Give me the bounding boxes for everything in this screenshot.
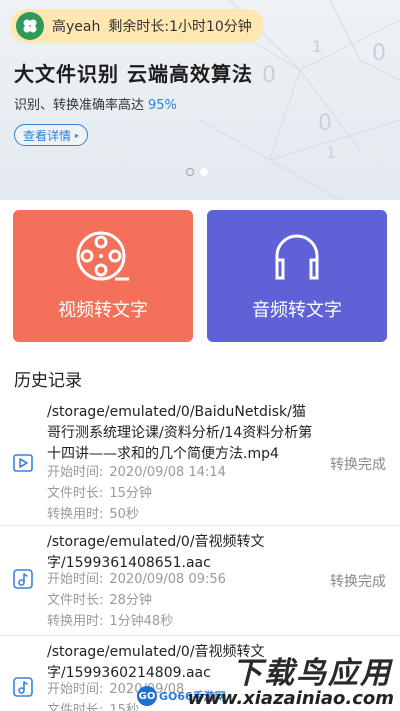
audio-file-icon [13, 677, 33, 697]
start-time-row: 开始时间: 2020/09/08 14:14 [47, 462, 226, 483]
elapsed-value: 1分钟48秒 [109, 614, 174, 629]
view-details-label: 查看详情 [23, 128, 72, 143]
duration-value: 15分钟 [109, 486, 152, 501]
deco-digit: 0 [318, 111, 332, 136]
deco-digit: 0 [262, 63, 276, 88]
deco-digit: 1 [326, 143, 336, 162]
watermark-brand: 下载鸟应用 [232, 656, 392, 691]
duration-label: 文件时长: [47, 486, 104, 501]
duration-label: 文件时长: [47, 703, 104, 711]
audio-file-icon [13, 569, 33, 589]
deco-digit: 0 [372, 41, 386, 66]
history-item[interactable]: /storage/emulated/0/音视频转文字/1599361408651… [0, 526, 400, 636]
start-time-label: 开始时间: [47, 465, 104, 480]
start-time-label: 开始时间: [47, 572, 104, 587]
film-reel-icon [76, 231, 129, 281]
user-status-pill[interactable]: 高yeah 剩余时长:1小时10分钟 [10, 9, 264, 43]
banner-subtitle: 识别、转换准确率高达 95% [14, 94, 177, 113]
start-time-value: 2020/09/08 09:56 [109, 572, 226, 587]
carousel-dot[interactable] [186, 168, 194, 176]
duration-row: 文件时长: 15分钟 [47, 483, 152, 504]
start-time-row: 开始时间: 2020/09/08 09:56 [47, 569, 226, 590]
start-time-value: 2020/09/08 14:14 [109, 465, 226, 480]
elapsed-row: 转换用时: 1分钟48秒 [47, 611, 173, 632]
watermark-url: www.xiazainiao.com [187, 688, 394, 709]
play-triangle-icon: ▸ [75, 130, 80, 140]
deco-digit: 1 [312, 37, 322, 56]
watermark-logo-icon: GO [137, 686, 157, 706]
remaining-time: 剩余时长:1小时10分钟 [108, 19, 252, 35]
audio-to-text-label: 音频转文字 [252, 300, 342, 321]
video-file-icon [13, 454, 33, 472]
view-details-button[interactable]: 查看详情 ▸ [14, 124, 89, 146]
elapsed-value: 50秒 [109, 507, 139, 522]
avatar [16, 12, 44, 40]
elapsed-label: 转换用时: [47, 614, 104, 629]
duration-row: 文件时长: 15秒 [47, 700, 139, 711]
status-badge: 转换完成 [330, 457, 386, 473]
file-path: /storage/emulated/0/BaiduNetdisk/猫哥行测系统理… [47, 404, 313, 462]
user-name: 高yeah [52, 19, 101, 35]
duration-label: 文件时长: [47, 593, 104, 608]
audio-to-text-button[interactable]: 音频转文字 [207, 210, 387, 342]
history-item[interactable]: /storage/emulated/0/BaiduNetdisk/猫哥行测系统理… [0, 396, 400, 526]
headphones-icon [275, 234, 319, 280]
elapsed-label: 转换用时: [47, 507, 104, 522]
status-badge: 转换完成 [330, 574, 386, 590]
carousel-dot-active[interactable] [200, 168, 208, 176]
clover-icon [23, 19, 37, 33]
video-to-text-label: 视频转文字 [58, 300, 148, 321]
accuracy-value: 95% [148, 98, 177, 113]
banner-subtitle-text: 识别、转换准确率高达 [14, 98, 145, 113]
history-heading: 历史记录 [14, 371, 82, 391]
file-path: /storage/emulated/0/音视频转文字/1599361408651… [47, 534, 265, 571]
banner-title: 大文件识别 云端高效算法 [14, 62, 253, 86]
carousel-indicator[interactable] [186, 168, 208, 176]
user-info: 高yeah 剩余时长:1小时10分钟 [52, 16, 252, 36]
video-to-text-button[interactable]: 视频转文字 [13, 210, 193, 342]
elapsed-row: 转换用时: 50秒 [47, 504, 139, 525]
duration-row: 文件时长: 28分钟 [47, 590, 152, 611]
duration-value: 15秒 [109, 703, 139, 711]
promo-banner[interactable]: 0 1 0 1 0 高yeah 剩余时长:1小时10分钟 大文件识别 云端高效算法… [0, 0, 400, 200]
start-time-label: 开始时间: [47, 682, 104, 697]
duration-value: 28分钟 [109, 593, 152, 608]
site-watermark: 下载鸟应用 GO GO66手游网 www.xiazainiao.com [137, 648, 400, 711]
